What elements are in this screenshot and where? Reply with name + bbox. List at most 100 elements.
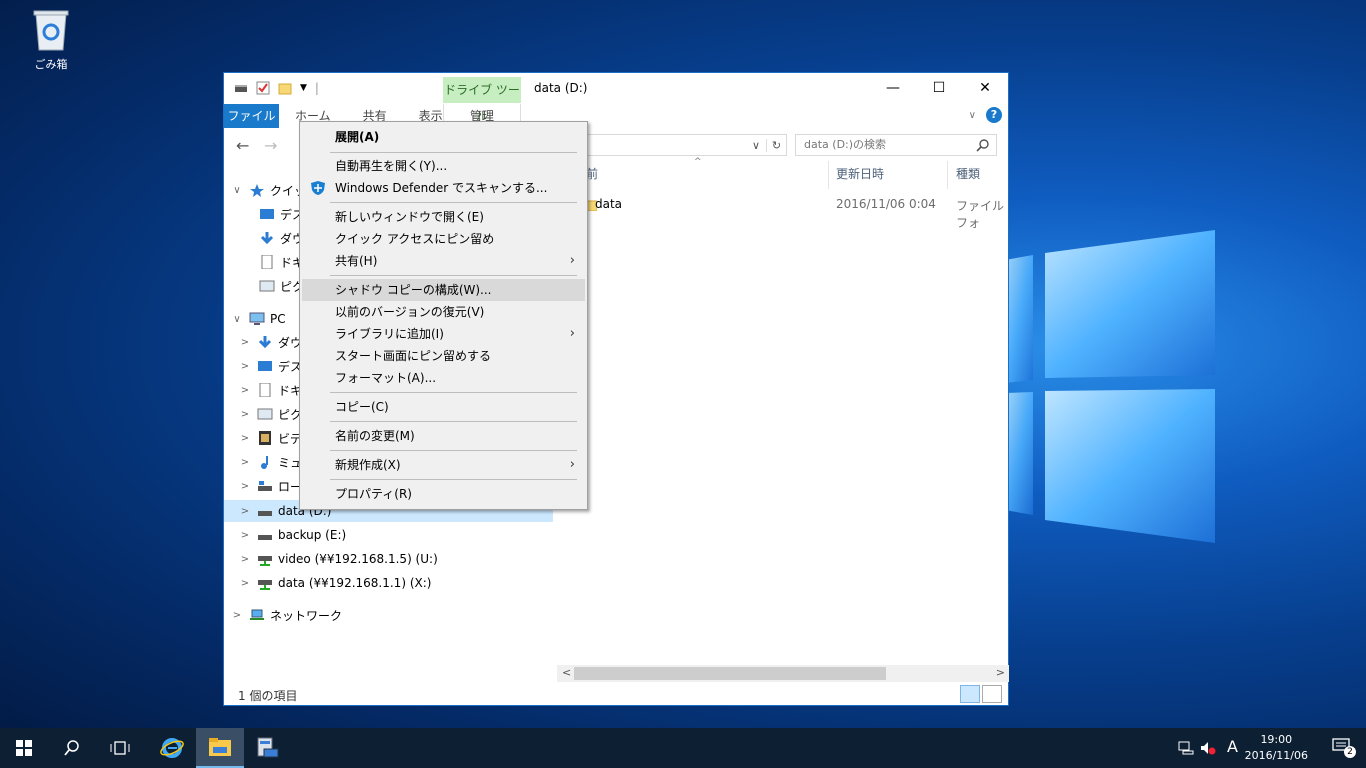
- menu-item-open-new-window[interactable]: 新しいウィンドウで開く(E): [302, 206, 585, 228]
- menu-item-label: 新規作成(X): [335, 458, 401, 472]
- menu-item-copy[interactable]: コピー(C): [302, 396, 585, 418]
- menu-item-new[interactable]: 新規作成(X) ›: [302, 454, 585, 476]
- scroll-left-icon[interactable]: <: [562, 666, 571, 679]
- menu-item-expand[interactable]: 展開(A): [302, 126, 585, 148]
- menu-item-autoplay[interactable]: 自動再生を開く(Y)...: [302, 155, 585, 177]
- back-arrow-icon[interactable]: ←: [236, 136, 249, 155]
- expand-chevron-icon[interactable]: >: [238, 409, 252, 420]
- status-bar: 1 個の項目: [224, 683, 1008, 705]
- start-button[interactable]: [0, 728, 48, 768]
- taskbar-server-manager[interactable]: [244, 728, 292, 768]
- nav-this-pc[interactable]: ∨ PC: [230, 308, 286, 330]
- expand-ribbon-chevron-icon[interactable]: ∨: [969, 110, 976, 121]
- column-header-modified[interactable]: 更新日時: [836, 165, 884, 185]
- search-button[interactable]: [48, 728, 96, 768]
- nav-network[interactable]: > ネットワーク: [230, 604, 342, 626]
- nav-drive-backup[interactable]: > backup (E:): [238, 524, 346, 546]
- search-input[interactable]: data (D:)の検索: [795, 134, 997, 156]
- nav-label: ネットワーク: [270, 608, 343, 623]
- expand-chevron-icon[interactable]: >: [238, 554, 252, 565]
- task-view-button[interactable]: [96, 728, 144, 768]
- column-divider[interactable]: [947, 161, 948, 189]
- action-center-button[interactable]: 2: [1332, 738, 1356, 758]
- expand-chevron-icon[interactable]: >: [238, 530, 252, 541]
- properties-icon[interactable]: [256, 81, 270, 95]
- menu-item-shadow-copy[interactable]: シャドウ コピーの構成(W)...: [302, 279, 585, 301]
- expand-chevron-icon[interactable]: >: [238, 337, 252, 348]
- nav-drive-video[interactable]: > video (¥¥192.168.1.5) (U:): [238, 548, 438, 570]
- recycle-bin[interactable]: ごみ箱: [22, 8, 80, 72]
- menu-separator: [330, 392, 577, 393]
- menu-item-pin-start[interactable]: スタート画面にピン留めする: [302, 345, 585, 367]
- column-header-type[interactable]: 種類: [956, 165, 980, 185]
- expand-chevron-icon[interactable]: >: [238, 433, 252, 444]
- video-icon: [259, 431, 271, 445]
- menu-item-defender-scan[interactable]: Windows Defender でスキャンする...: [302, 177, 585, 199]
- column-divider[interactable]: [828, 161, 829, 189]
- menu-item-share[interactable]: 共有(H) ›: [302, 250, 585, 272]
- customize-qat-chevron-icon[interactable]: ▼: [300, 83, 307, 93]
- collapse-chevron-icon[interactable]: ∨: [230, 314, 244, 325]
- taskbar-internet-explorer[interactable]: [148, 728, 196, 768]
- help-icon[interactable]: ?: [986, 107, 1002, 123]
- network-icon: [250, 609, 264, 620]
- expand-chevron-icon[interactable]: >: [238, 385, 252, 396]
- menu-item-label: Windows Defender でスキャンする...: [335, 181, 548, 195]
- expand-chevron-icon[interactable]: >: [238, 481, 252, 492]
- close-button[interactable]: ✕: [962, 73, 1008, 103]
- submenu-arrow-icon: ›: [569, 326, 575, 341]
- scroll-right-icon[interactable]: >: [996, 666, 1005, 679]
- menu-item-pin-quick-access[interactable]: クイック アクセスにピン留め: [302, 228, 585, 250]
- large-icons-view-button[interactable]: [982, 685, 1002, 703]
- horizontal-scrollbar[interactable]: < >: [557, 665, 1009, 682]
- menu-separator: [330, 421, 577, 422]
- address-dropdown-icon[interactable]: ∨: [746, 139, 766, 152]
- windows-defender-icon: [311, 181, 325, 195]
- desktop-icon: [260, 209, 274, 219]
- ime-indicator[interactable]: A: [1227, 737, 1238, 756]
- menu-item-add-to-library[interactable]: ライブラリに追加(I) ›: [302, 323, 585, 345]
- new-folder-icon[interactable]: [278, 81, 292, 95]
- menu-item-rename[interactable]: 名前の変更(M): [302, 425, 585, 447]
- recycle-bin-icon: [32, 8, 70, 52]
- window-controls: — ☐ ✕: [870, 73, 1008, 103]
- drive-icon: [258, 535, 272, 540]
- forward-arrow-icon[interactable]: →: [264, 136, 277, 155]
- menu-item-properties[interactable]: プロパティ(R): [302, 483, 585, 505]
- tab-file[interactable]: ファイル: [224, 104, 279, 128]
- taskbar-file-explorer[interactable]: [196, 728, 244, 768]
- notification-count-badge: 2: [1344, 746, 1356, 758]
- nav-label: PC: [270, 312, 286, 326]
- expand-chevron-icon[interactable]: >: [238, 578, 252, 589]
- drive-icon: [235, 85, 247, 92]
- menu-item-format[interactable]: フォーマット(A)...: [302, 367, 585, 389]
- pictures-icon: [259, 280, 275, 292]
- scrollbar-thumb[interactable]: [574, 667, 886, 680]
- server-manager-icon: [257, 737, 279, 758]
- refresh-icon[interactable]: ↻: [766, 138, 786, 152]
- maximize-button[interactable]: ☐: [916, 73, 962, 103]
- local-disk-icon: [258, 481, 272, 491]
- expand-chevron-icon[interactable]: >: [238, 506, 252, 517]
- nav-drive-network-data[interactable]: > data (¥¥192.168.1.1) (X:): [238, 572, 431, 594]
- clock[interactable]: 19:00 2016/11/06: [1245, 732, 1308, 764]
- windows-wallpaper-logo: [1005, 230, 1215, 543]
- submenu-arrow-icon: ›: [569, 253, 575, 268]
- task-view-icon: [110, 741, 130, 755]
- address-bar[interactable]: ∨ ↻: [584, 134, 787, 156]
- menu-item-label: 共有(H): [335, 254, 378, 268]
- expand-chevron-icon[interactable]: >: [230, 610, 244, 621]
- qat-divider: |: [314, 81, 319, 95]
- expand-chevron-icon[interactable]: >: [238, 361, 252, 372]
- minimize-button[interactable]: —: [870, 73, 916, 103]
- expand-chevron-icon[interactable]: >: [238, 457, 252, 468]
- menu-item-restore-previous[interactable]: 以前のバージョンの復元(V): [302, 301, 585, 323]
- network-status-icon[interactable]: [1178, 741, 1194, 755]
- document-icon: [261, 255, 273, 269]
- search-icon[interactable]: [976, 138, 990, 152]
- details-view-button[interactable]: [960, 685, 980, 703]
- volume-muted-icon[interactable]: [1200, 741, 1216, 755]
- download-icon: [258, 336, 272, 349]
- file-row[interactable]: data 2016/11/06 0:04 ファイル フォ: [579, 195, 1009, 230]
- collapse-chevron-icon[interactable]: ∨: [230, 185, 244, 196]
